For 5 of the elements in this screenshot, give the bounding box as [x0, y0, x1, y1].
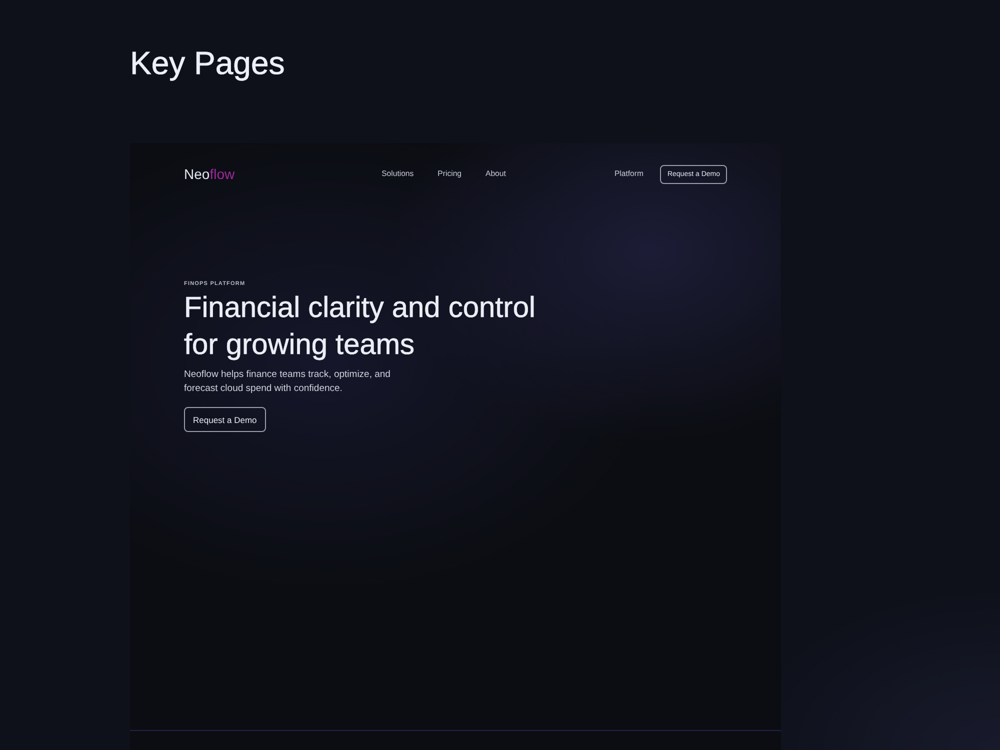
request-demo-button[interactable]: Request a Demo: [184, 407, 266, 432]
hero-heading: Financial clarity and control for growing teams: [184, 291, 536, 363]
hero-description: Neoflow helps finance teams track, optimize, and forecast cloud spend with confidence.: [184, 368, 392, 395]
page-title: Key Pages: [130, 44, 285, 83]
logo-wordmark[interactable]: Neoflow: [184, 166, 235, 182]
